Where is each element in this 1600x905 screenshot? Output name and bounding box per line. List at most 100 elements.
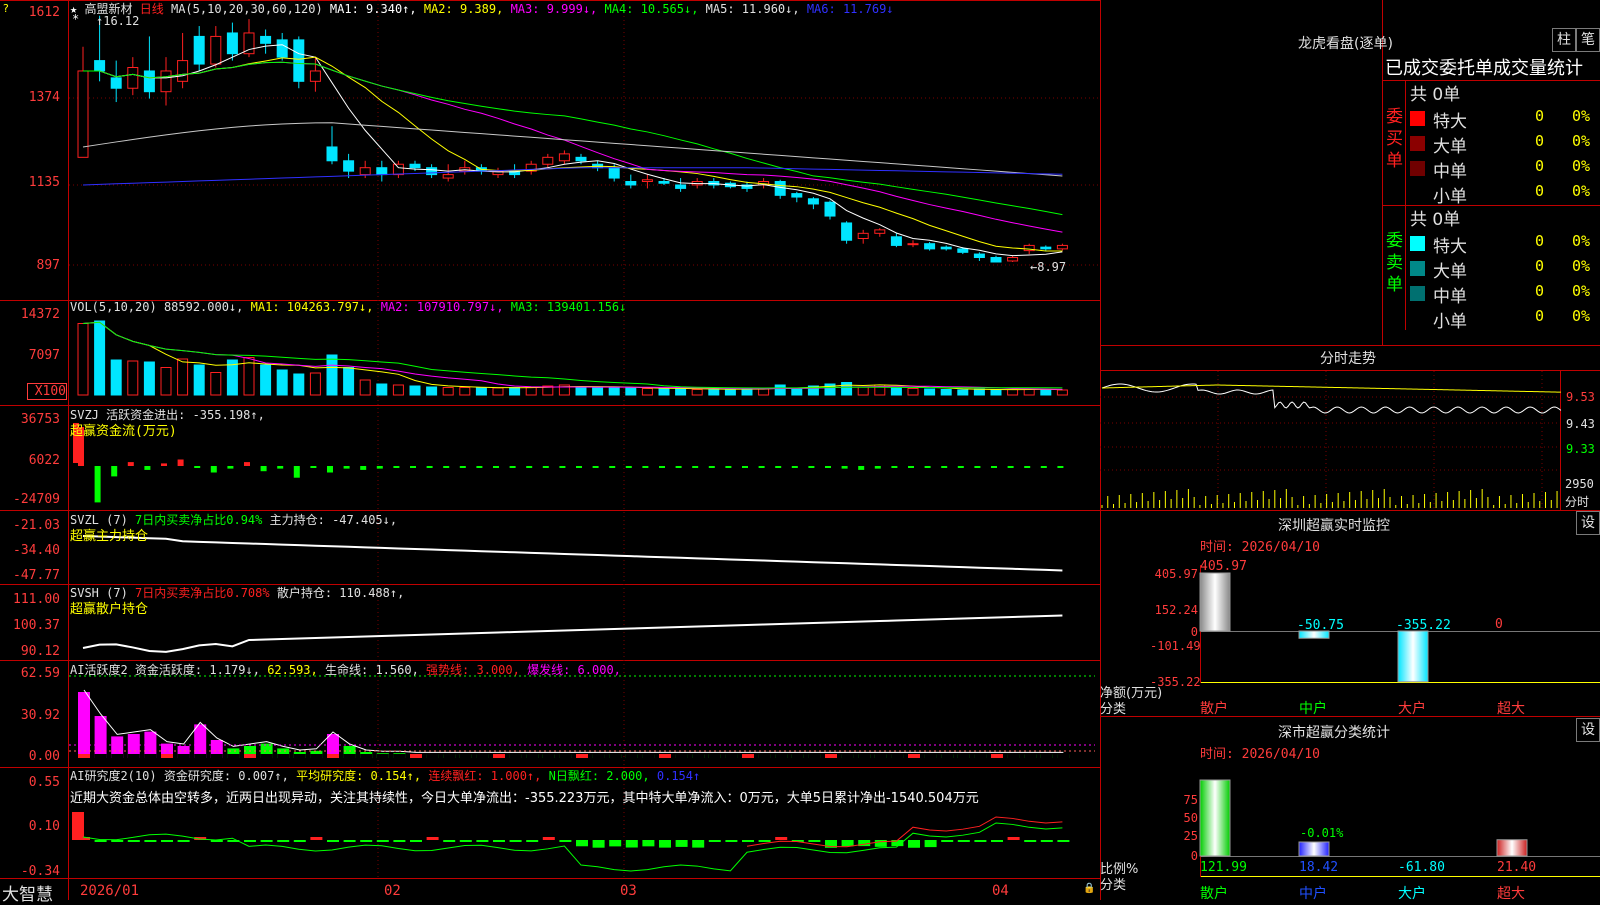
ai2-v3: 连续飘红: 1.000↑, (428, 769, 541, 783)
volume-bar (443, 388, 453, 396)
ai2-bar (95, 840, 107, 842)
candle-body (377, 168, 387, 175)
sz-monitor-category[interactable]: 散户 (1200, 698, 1228, 718)
ai2-bar (443, 840, 455, 842)
volume-bar (178, 359, 188, 395)
volume-bar (974, 389, 984, 395)
intraday-title: 分时走势 (1320, 348, 1376, 368)
svzj-bar (178, 460, 184, 467)
lhb-row-name: 小单 (1433, 307, 1467, 332)
svzj-ytick-2: -24709 (0, 492, 60, 507)
candle-body (858, 233, 868, 238)
intraday-vol-tick: 2950 (1565, 477, 1594, 491)
ai2-bar (261, 840, 273, 842)
candle-body (1041, 247, 1051, 249)
period-label[interactable]: 日线 (140, 2, 164, 16)
sz-monitor-settings-button[interactable]: 设 (1576, 511, 1600, 535)
svzj-bar (1057, 466, 1063, 468)
sz-monitor-xlabel: 分类 (1100, 698, 1126, 717)
ai1-base (393, 754, 405, 758)
sz-monitor-category[interactable]: 超大 (1497, 698, 1525, 718)
ai1-base (559, 754, 571, 758)
volume-bar (526, 387, 536, 395)
ma120-line (83, 168, 1062, 185)
ma5-line (83, 45, 1062, 256)
ai2-bar (277, 840, 289, 842)
volume-bar (941, 390, 951, 396)
intraday-ytick-0: 9.53 (1566, 390, 1595, 404)
ai2-bar (327, 840, 339, 842)
sz-monitor-category[interactable]: 中户 (1299, 698, 1327, 718)
sz-stats-category[interactable]: 中户 (1299, 883, 1327, 903)
vol-unit-x100: X100 (27, 383, 67, 400)
candle-body (277, 40, 287, 57)
lhb-subtitle: 已成交委托单成交量统计 (1385, 54, 1583, 80)
candle-body (676, 185, 686, 188)
bar-mode-button[interactable]: 柱 (1552, 28, 1576, 52)
sz-stats-category[interactable]: 散户 (1200, 883, 1228, 903)
svzj-bar (377, 466, 383, 469)
ai2-ytick-0: 0.55 (0, 775, 60, 790)
ma1-value: MA1: 9.340↑, (330, 2, 417, 16)
svzj-ytick-1: 6022 (0, 453, 60, 468)
volume-bar (792, 388, 802, 395)
sz-stats-settings-button[interactable]: 设 (1576, 718, 1600, 742)
ai2-bar (692, 840, 704, 848)
svzj-bar (427, 466, 433, 468)
ai1-base (111, 754, 123, 758)
low-price-mark: ←8.97 (1030, 260, 1066, 274)
ai1-ytick-2: 0.00 (0, 749, 60, 764)
sell-total: 共 0单 (1410, 205, 1460, 230)
volume-bar (991, 390, 1001, 395)
lhb-row-value: 0 (1535, 182, 1544, 200)
ai2-bar (593, 840, 605, 848)
lhb-title: 龙虎看盘(逐单) (1298, 33, 1393, 53)
sz-monitor-bar-label: -50.75 (1297, 618, 1344, 633)
ai1-base (958, 754, 970, 758)
sz-monitor-category[interactable]: 大户 (1398, 698, 1426, 718)
ai2-bar (609, 840, 621, 846)
lhb-row-name: 特大 (1433, 107, 1467, 132)
brand-label: 大智慧 (2, 880, 53, 905)
ai2-line-red (747, 817, 1062, 847)
sz-stats-category[interactable]: 超大 (1497, 883, 1525, 903)
ai1-base (792, 754, 804, 758)
lhb-row-percent: 0% (1572, 307, 1590, 325)
svzj-bar (725, 466, 731, 468)
legend-swatch (1410, 286, 1425, 301)
sz-stats-bar-label: 121.99 (1200, 860, 1247, 875)
svsh-line (83, 616, 1062, 652)
volume-bar (460, 388, 470, 396)
lock-icon[interactable]: 🔒 (1083, 883, 1095, 894)
tick-mode-button[interactable]: 笔 (1576, 28, 1600, 52)
candle-body (144, 71, 154, 92)
svzj-bar (493, 466, 499, 468)
sz-monitor-ytick-0: 405.97 (1150, 567, 1198, 581)
high-price-mark: ↑16.12 (96, 14, 139, 28)
candle-body (211, 36, 221, 64)
ai2-bar (842, 840, 854, 846)
xaxis-label-2: 03 (620, 883, 637, 899)
sz-stats-category[interactable]: 大户 (1398, 883, 1426, 903)
lhb-row-value: 0 (1535, 107, 1544, 125)
ai2-bar (294, 840, 306, 842)
main-ytick-1: 1374 (0, 90, 60, 105)
svzj-bar (974, 466, 980, 468)
lhb-row-percent: 0% (1572, 182, 1590, 200)
svsh-hold: 散户持仓: 110.488↑, (277, 586, 404, 600)
ai1-base (310, 754, 322, 758)
ai1-base (808, 754, 820, 758)
lhb-row-value: 0 (1535, 132, 1544, 150)
ma30-line (83, 62, 1062, 214)
sz-monitor-time: 时间: 2026/04/10 (1200, 536, 1320, 555)
main-chart-canvas[interactable] (0, 0, 1600, 900)
candle-body (344, 161, 354, 171)
sz-stats-ytick-1: 50 (1160, 811, 1198, 825)
ai2-v5: 0.154↑ (657, 769, 700, 783)
lhb-row-name: 大单 (1433, 257, 1467, 282)
sz-monitor-ytick-1: 152.24 (1150, 603, 1198, 617)
ai1-v3: 生命线: 1.560, (325, 663, 419, 677)
ai1-base (908, 754, 920, 758)
sz-stats-ytick-3: 0 (1160, 849, 1198, 863)
ai1-ytick-0: 62.59 (0, 666, 60, 681)
